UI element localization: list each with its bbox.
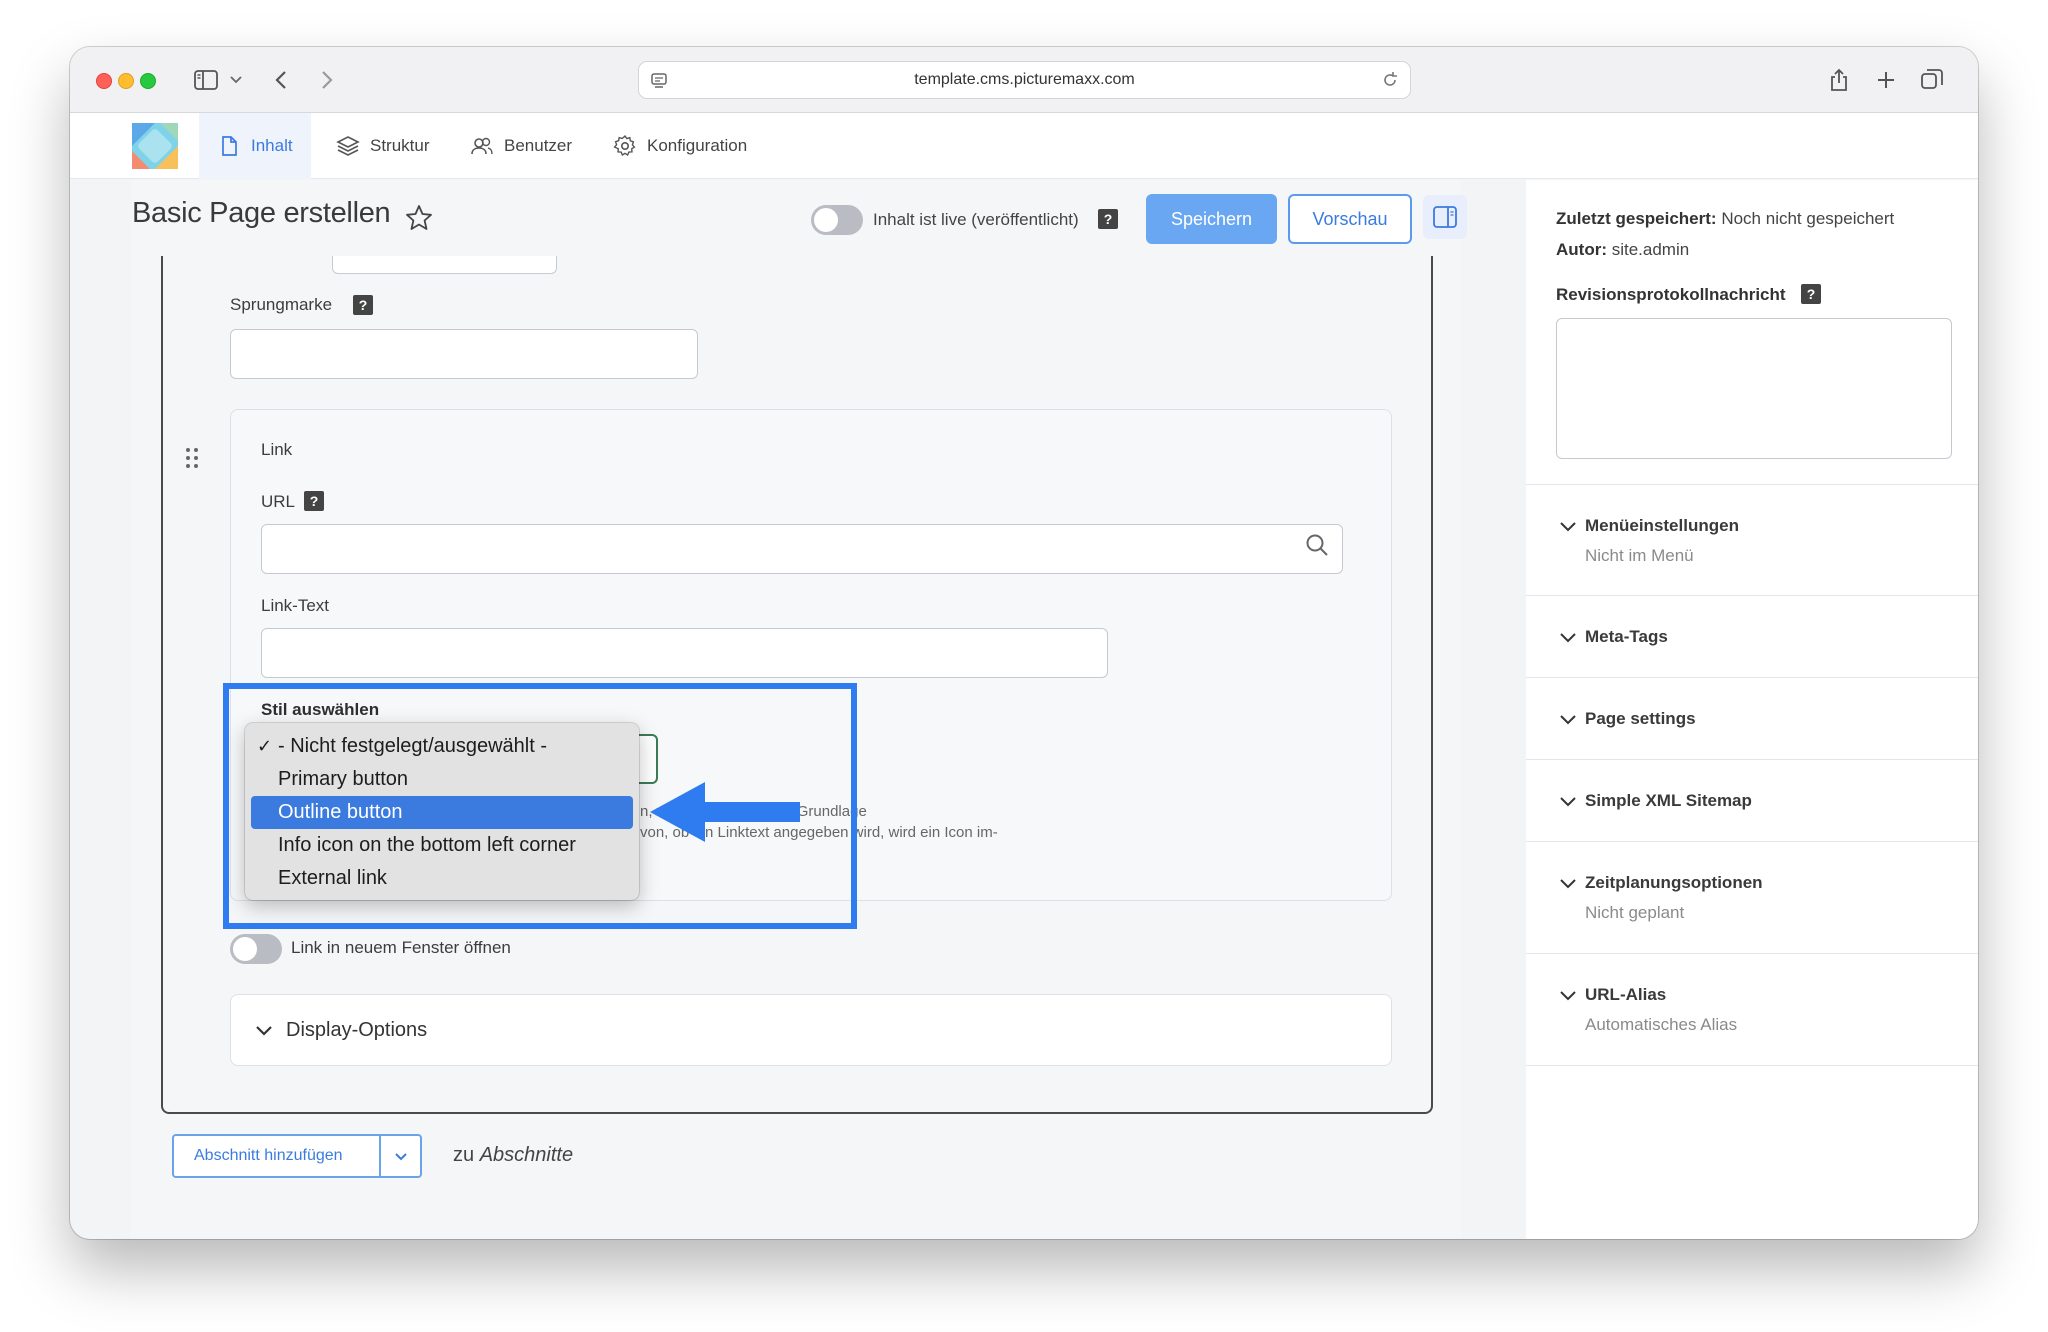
link-text-input[interactable] bbox=[261, 628, 1108, 678]
chevron-down-icon bbox=[1560, 633, 1576, 643]
section-title: Menüeinstellungen bbox=[1585, 516, 1739, 535]
sidebar-toggle-icon[interactable] bbox=[192, 65, 220, 95]
nav-label: Inhalt bbox=[251, 136, 293, 155]
section-subtitle: Automatisches Alias bbox=[1585, 1015, 1738, 1034]
layers-icon bbox=[336, 134, 360, 158]
close-window-button[interactable] bbox=[96, 73, 112, 89]
maximize-window-button[interactable] bbox=[140, 73, 156, 89]
nav-label: Struktur bbox=[370, 136, 430, 155]
arrow-left-icon bbox=[650, 782, 800, 842]
link-text-label: Link-Text bbox=[261, 596, 330, 615]
nav-tab-struktur[interactable]: Struktur bbox=[336, 113, 430, 179]
side-panel-icon bbox=[1433, 206, 1457, 228]
gear-icon bbox=[613, 134, 637, 158]
chevron-down-icon[interactable] bbox=[228, 65, 244, 95]
publish-toggle[interactable] bbox=[811, 205, 863, 235]
reload-icon[interactable] bbox=[1380, 70, 1400, 90]
new-window-label: Link in neuem Fenster öffnen bbox=[291, 938, 511, 957]
last-saved-value: Noch nicht gespeichert bbox=[1721, 209, 1895, 228]
display-options-label: Display-Options bbox=[286, 1019, 428, 1041]
nav-tab-inhalt[interactable]: Inhalt bbox=[199, 113, 311, 179]
drag-handle-icon[interactable] bbox=[185, 447, 199, 469]
share-icon[interactable] bbox=[1826, 65, 1852, 95]
section-subtitle: Nicht im Menü bbox=[1585, 546, 1694, 565]
picturemaxx-logo-icon[interactable] bbox=[132, 123, 178, 169]
sidebar-section-menu[interactable]: Menüeinstellungen Nicht im Menü bbox=[1526, 484, 1978, 596]
preview-button[interactable]: Vorschau bbox=[1288, 194, 1412, 244]
sidebar-section-meta-tags[interactable]: Meta-Tags bbox=[1526, 596, 1978, 678]
chevron-down-icon bbox=[1560, 991, 1576, 1001]
url-label: URL bbox=[261, 492, 296, 511]
page-title: Basic Page erstellen bbox=[132, 197, 391, 229]
sidebar-panel-toggle-button[interactable] bbox=[1423, 195, 1467, 239]
last-saved-key: Zuletzt gespeichert: bbox=[1556, 209, 1717, 228]
section-title: Simple XML Sitemap bbox=[1585, 791, 1752, 810]
document-icon bbox=[217, 134, 241, 158]
section-title: URL-Alias bbox=[1585, 985, 1667, 1004]
chevron-down-icon bbox=[1560, 522, 1576, 532]
anchor-input[interactable] bbox=[230, 329, 698, 379]
minimize-window-button[interactable] bbox=[118, 73, 134, 89]
add-section-button[interactable]: Abschnitt hinzufügen bbox=[172, 1134, 422, 1178]
help-icon[interactable]: ? bbox=[1098, 209, 1118, 229]
link-group-label: Link bbox=[261, 440, 293, 459]
author-value: site.admin bbox=[1611, 240, 1690, 259]
nav-label: Konfiguration bbox=[647, 136, 748, 155]
last-saved-info: Zuletzt gespeichert: Noch nicht gespeich… bbox=[1556, 209, 1894, 229]
author-key: Autor: bbox=[1556, 240, 1607, 259]
previous-field-stub[interactable] bbox=[332, 256, 557, 274]
help-icon[interactable]: ? bbox=[353, 295, 373, 315]
revision-label: Revisionsprotokollnachricht bbox=[1556, 285, 1786, 304]
address-bar[interactable]: template.cms.picturemaxx.com bbox=[638, 61, 1411, 99]
publish-toggle-label: Inhalt ist live (veröffentlicht) bbox=[873, 210, 1079, 229]
chevron-down-icon bbox=[256, 1026, 272, 1036]
section-target-text: zu Abschnitte bbox=[453, 1144, 573, 1167]
help-icon[interactable]: ? bbox=[304, 491, 324, 511]
sidebar-section-url-alias[interactable]: URL-Alias Automatisches Alias bbox=[1526, 954, 1978, 1066]
sidebar-section-sitemap[interactable]: Simple XML Sitemap bbox=[1526, 760, 1978, 842]
section-title: Page settings bbox=[1585, 709, 1696, 728]
nav-tab-konfiguration[interactable]: Konfiguration bbox=[613, 113, 747, 179]
chevron-down-icon bbox=[1560, 797, 1576, 807]
chevron-down-icon[interactable] bbox=[392, 1147, 410, 1165]
add-section-label: Abschnitt hinzufügen bbox=[194, 1147, 343, 1164]
anchor-label: Sprungmarke bbox=[230, 295, 333, 314]
sidebar-section-page-settings[interactable]: Page settings bbox=[1526, 678, 1978, 760]
back-icon[interactable] bbox=[270, 65, 292, 95]
section-title: Zeitplanungsoptionen bbox=[1585, 873, 1763, 892]
display-options-accordion[interactable]: Display-Options bbox=[230, 994, 1392, 1066]
chevron-down-icon bbox=[1560, 879, 1576, 889]
search-icon[interactable] bbox=[1304, 532, 1330, 558]
browser-toolbar: template.cms.picturemaxx.com bbox=[70, 47, 1978, 113]
chevron-down-icon bbox=[1560, 715, 1576, 725]
button-divider bbox=[379, 1136, 381, 1176]
users-icon bbox=[470, 134, 494, 158]
sidebar-section-scheduling[interactable]: Zeitplanungsoptionen Nicht geplant bbox=[1526, 842, 1978, 954]
browser-window: template.cms.picturemaxx.com Inhalt Stru… bbox=[70, 47, 1978, 1239]
section-subtitle: Nicht geplant bbox=[1585, 903, 1685, 922]
url-input[interactable] bbox=[261, 524, 1343, 574]
zu-target: Abschnitte bbox=[479, 1144, 574, 1166]
new-tab-icon[interactable] bbox=[1873, 65, 1899, 95]
star-icon[interactable] bbox=[405, 204, 433, 232]
zu-prefix: zu bbox=[453, 1144, 475, 1166]
section-title: Meta-Tags bbox=[1585, 627, 1668, 646]
tab-overview-icon[interactable] bbox=[1918, 65, 1946, 95]
nav-label: Benutzer bbox=[504, 136, 573, 155]
save-button[interactable]: Speichern bbox=[1146, 194, 1277, 244]
forward-icon[interactable] bbox=[316, 65, 338, 95]
new-window-toggle[interactable] bbox=[230, 934, 282, 964]
nav-tab-benutzer[interactable]: Benutzer bbox=[470, 113, 572, 179]
address-text: template.cms.picturemaxx.com bbox=[914, 71, 1135, 88]
revision-log-textarea[interactable] bbox=[1556, 318, 1952, 459]
help-icon[interactable]: ? bbox=[1801, 284, 1821, 304]
author-info: Autor: site.admin bbox=[1556, 240, 1689, 260]
cms-topbar: Inhalt Struktur Benutzer Konfiguration bbox=[70, 113, 1978, 179]
